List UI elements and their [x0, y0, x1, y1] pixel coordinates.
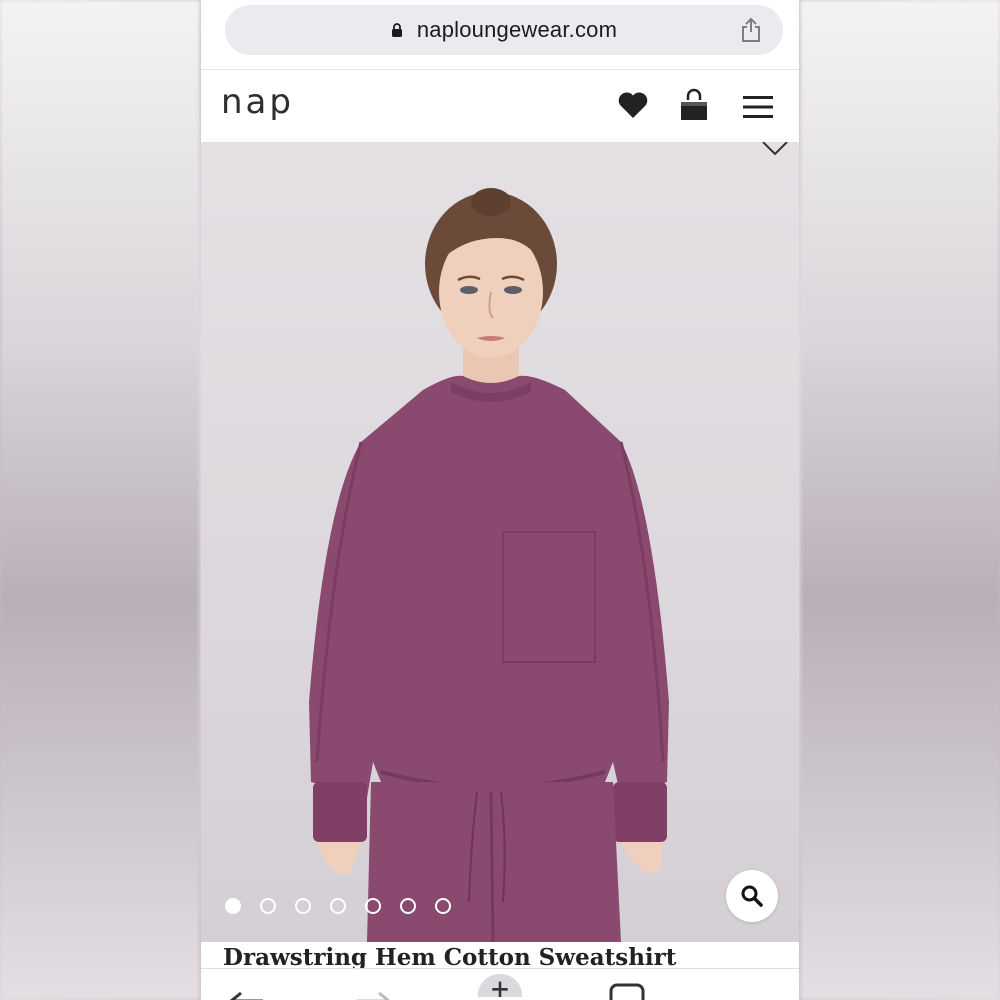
phone-screen: naploungewear.com nap Drawstring Hem Cot… — [201, 0, 799, 1000]
browser-address-area: naploungewear.com — [201, 0, 799, 70]
magnifier-icon — [741, 885, 763, 907]
image-carousel-dots — [225, 898, 451, 914]
product-image[interactable] — [201, 142, 799, 942]
product-title: Drawstring Hem Cotton Sweatshirt — [223, 944, 677, 971]
carousel-dot[interactable] — [365, 898, 381, 914]
site-header: nap — [201, 70, 799, 142]
background-blur-right — [800, 0, 1000, 1000]
site-logo[interactable]: nap — [221, 82, 294, 122]
carousel-dot[interactable] — [225, 898, 241, 914]
zoom-button[interactable] — [726, 870, 778, 922]
forward-arrow-icon[interactable] — [353, 981, 393, 1000]
new-tab-plus-icon[interactable] — [473, 973, 527, 997]
hamburger-menu-icon[interactable] — [742, 94, 774, 120]
heart-outline-icon[interactable] — [761, 142, 789, 158]
carousel-dot[interactable] — [260, 898, 276, 914]
lock-icon — [391, 23, 402, 37]
address-bar[interactable]: naploungewear.com — [225, 5, 783, 55]
heart-icon[interactable] — [617, 90, 649, 120]
carousel-dot[interactable] — [400, 898, 416, 914]
share-icon[interactable] — [739, 17, 763, 43]
more-icon[interactable] — [719, 991, 767, 1000]
tabs-icon[interactable] — [607, 981, 647, 1000]
carousel-dot[interactable] — [295, 898, 311, 914]
background-blur-left — [0, 0, 200, 1000]
model-photo-illustration — [309, 188, 669, 942]
shopping-bag-icon[interactable] — [678, 88, 710, 122]
carousel-dot[interactable] — [435, 898, 451, 914]
carousel-dot[interactable] — [330, 898, 346, 914]
url-text: naploungewear.com — [416, 17, 618, 42]
browser-toolbar — [201, 968, 799, 1000]
back-arrow-icon[interactable] — [227, 981, 267, 1000]
